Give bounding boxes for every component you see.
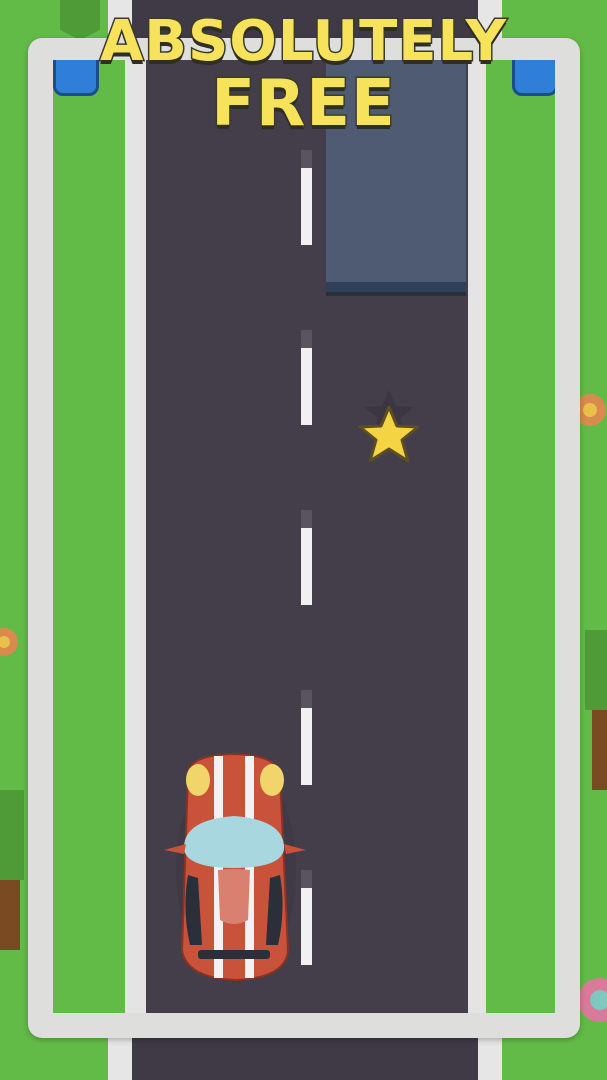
headline-line2: FREE [210, 67, 396, 141]
left-grass [53, 60, 125, 1013]
right-grass [486, 60, 555, 1013]
tree-trunk-left-icon [0, 880, 20, 950]
headline-line1: ABSOLUTELY [98, 8, 508, 75]
tree-right-icon [585, 630, 607, 710]
left-curb [125, 60, 146, 1013]
tree-left-icon [0, 790, 24, 880]
game-viewport[interactable] [53, 60, 555, 1013]
right-curb [468, 60, 486, 1013]
lane-dash [301, 150, 312, 245]
star-icon[interactable] [356, 385, 422, 475]
lane-dash [301, 510, 312, 605]
player-car[interactable] [158, 750, 313, 985]
tree-trunk-right-icon [592, 710, 607, 790]
lane-dash [301, 330, 312, 425]
